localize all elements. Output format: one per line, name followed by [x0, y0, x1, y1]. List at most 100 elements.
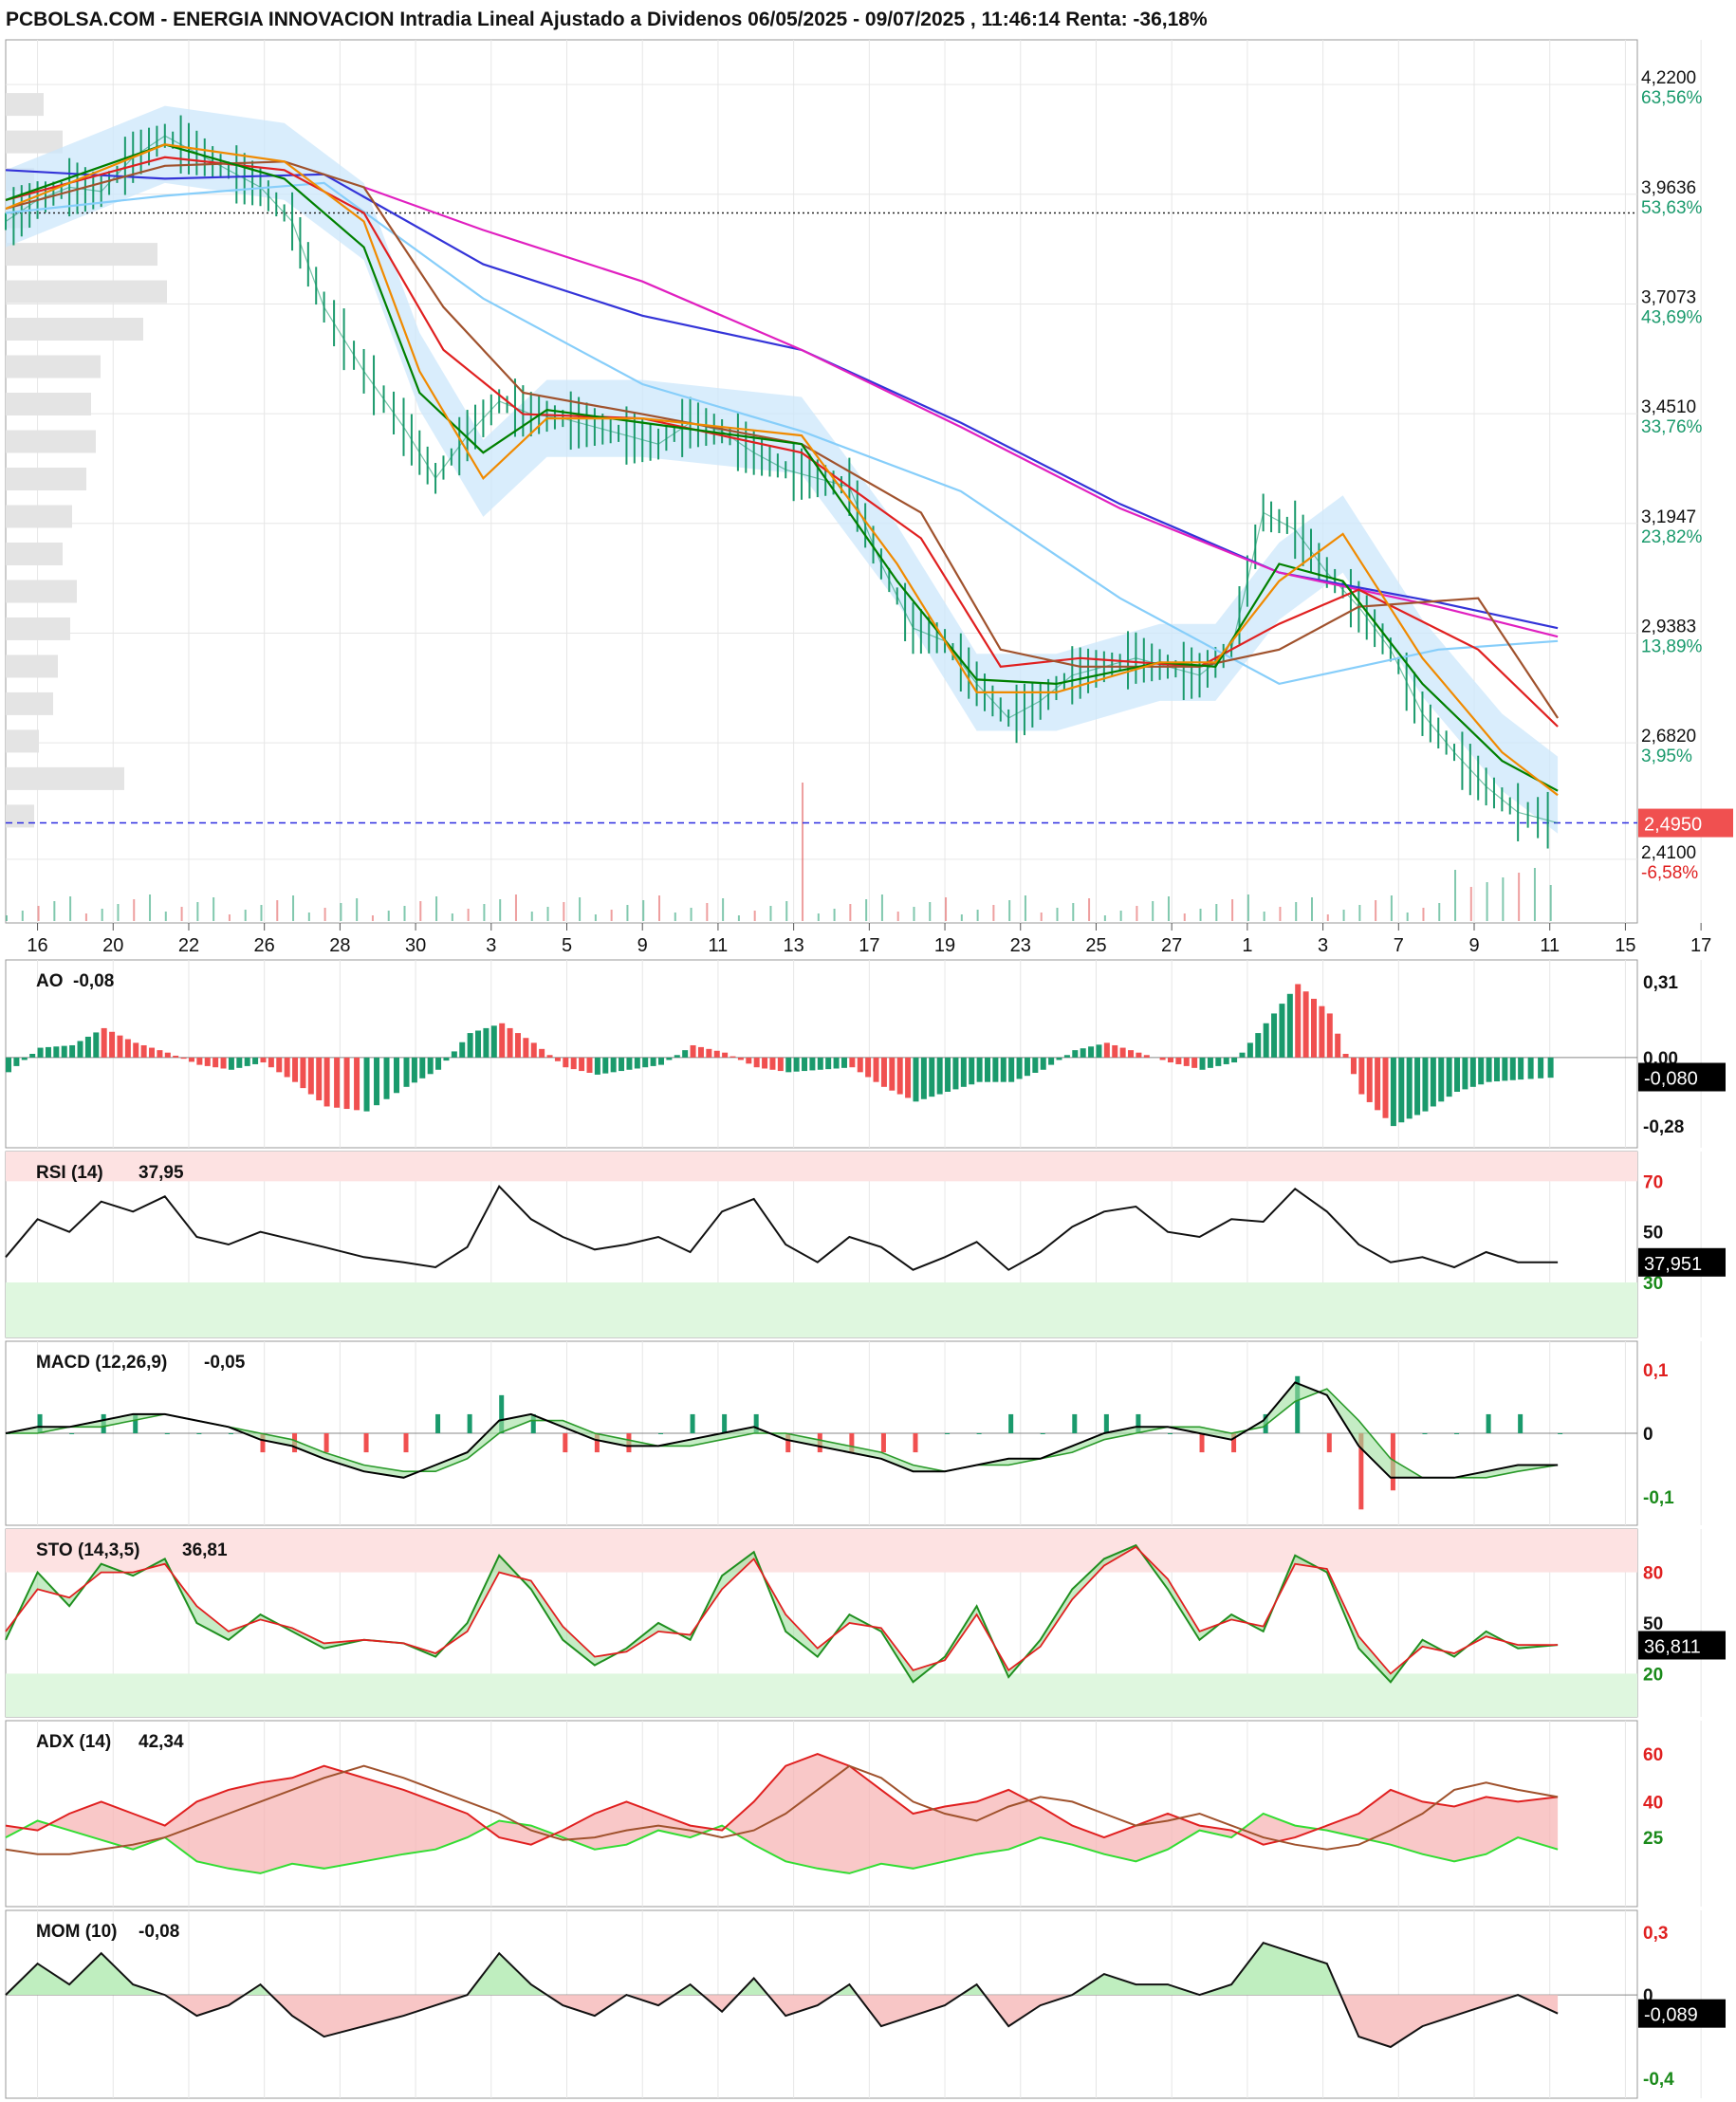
ao-bar — [204, 1057, 211, 1066]
x-tick-label: 9 — [1468, 935, 1479, 956]
ao-bar — [403, 1057, 410, 1087]
ao-bar — [188, 1057, 194, 1062]
ao-bar — [451, 1051, 457, 1058]
ao-bar — [228, 1057, 234, 1070]
volume-bar — [976, 910, 979, 921]
y-tick-label: 0,3 — [1643, 1924, 1668, 1944]
ao-bar — [1311, 998, 1317, 1058]
volume-bar — [356, 898, 359, 921]
y-tick-pct: 3,95% — [1641, 747, 1692, 766]
ao-bar — [1231, 1057, 1238, 1063]
macd-hist-bar — [1486, 1413, 1491, 1433]
x-tick-label: 27 — [1161, 935, 1182, 956]
panel-value: -0,08 — [139, 1922, 179, 1942]
ao-bar — [530, 1042, 537, 1058]
macd-hist-bar — [1072, 1413, 1078, 1433]
volume-profile-bar — [6, 505, 72, 528]
volume-bar — [722, 898, 725, 921]
volume-bar — [706, 903, 709, 921]
ao-bar — [6, 1057, 11, 1073]
ao-bar — [1159, 1057, 1166, 1060]
x-tick-label: 3 — [486, 935, 496, 956]
ao-bar — [896, 1057, 903, 1095]
volume-bar — [896, 912, 899, 921]
volume-bar — [37, 906, 40, 921]
volume-bar — [451, 913, 453, 921]
ao-bar — [173, 1055, 179, 1058]
y-tick-label: -0,28 — [1643, 1117, 1684, 1137]
ao-bar — [1454, 1057, 1461, 1092]
macd-hist-bar — [196, 1433, 202, 1434]
panel-title: AO — [36, 971, 64, 991]
ao-bar — [690, 1044, 696, 1058]
x-axis: 16 20 22 26 28 30 3 5 9 11 13 17 19 23 25 27 1 3 7 9 11 15 17 — [27, 923, 1711, 956]
ao-bar — [1358, 1057, 1365, 1095]
volume-bar — [387, 911, 390, 921]
volume-profile-bar — [6, 430, 96, 453]
volume-bar — [467, 909, 470, 921]
ao-bar — [1342, 1054, 1349, 1058]
ao-bar — [109, 1031, 116, 1058]
panel-value: 37,95 — [139, 1163, 184, 1183]
volume-bar — [1231, 899, 1234, 921]
x-tick-label: 25 — [1085, 935, 1106, 956]
ao-bar — [1167, 1057, 1173, 1063]
ao-bar — [1430, 1057, 1436, 1107]
volume-profile-bar — [6, 617, 70, 640]
panel-title: MOM (10) — [36, 1922, 118, 1942]
ao-bar — [713, 1050, 720, 1058]
macd-hist-bar — [945, 1433, 951, 1434]
x-tick-label: 11 — [1540, 935, 1560, 956]
macd-hist-bar — [435, 1413, 441, 1433]
y-tick-label: 3,1947 — [1641, 507, 1696, 527]
volume-bar — [563, 902, 565, 921]
ao-bar — [1008, 1057, 1015, 1082]
ao-bar — [802, 1057, 808, 1072]
ao-bar — [579, 1057, 585, 1072]
volume-bar — [53, 901, 56, 921]
ao-bar — [1112, 1044, 1118, 1058]
ao-bar — [1502, 1057, 1508, 1081]
volume-profile-bar — [6, 280, 167, 304]
ao-bar — [985, 1057, 990, 1082]
ao-bar — [762, 1057, 768, 1069]
volume-bar — [499, 899, 502, 921]
ao-bar — [292, 1057, 299, 1082]
ao-bar — [817, 1057, 823, 1070]
volume-bar — [960, 914, 963, 921]
x-tick-label: 16 — [27, 935, 47, 956]
adx-panel: ADX (14) 42,34 60 40 25 — [5, 1720, 1702, 1908]
volume-bar — [1422, 908, 1425, 921]
volume-bar — [340, 903, 342, 921]
ao-bar — [1000, 1057, 1007, 1082]
ao-bar — [1207, 1057, 1213, 1068]
ao-bar — [514, 1033, 521, 1058]
ao-bar — [459, 1042, 466, 1058]
ao-bar — [1056, 1057, 1062, 1060]
macd-hist-bar — [1199, 1433, 1205, 1453]
volume-bar — [1502, 877, 1505, 921]
ao-bar — [1382, 1057, 1389, 1118]
ao-bar — [1375, 1057, 1381, 1111]
volume-bar — [769, 906, 772, 921]
ao-bar — [865, 1057, 872, 1078]
ao-bar — [992, 1057, 999, 1082]
ao-bar — [1366, 1057, 1373, 1102]
ao-bar — [1509, 1057, 1516, 1080]
panel-value: 36,81 — [182, 1540, 228, 1560]
x-tick-label: 23 — [1010, 935, 1031, 956]
ao-bar — [1103, 1042, 1110, 1058]
ao-bar — [929, 1057, 935, 1097]
macd-hist-bar — [403, 1433, 409, 1453]
ao-bar — [1024, 1057, 1030, 1077]
y-tick-label: 70 — [1643, 1172, 1663, 1192]
ao-bar — [1302, 991, 1309, 1058]
volume-bar — [1295, 902, 1298, 921]
macd-hist-bar — [658, 1433, 663, 1434]
y-tick-label: 60 — [1643, 1745, 1663, 1765]
ao-bar — [1319, 1005, 1325, 1058]
ao-bar — [840, 1057, 847, 1068]
ao-bar — [1271, 1013, 1278, 1058]
ao-bar — [619, 1057, 625, 1072]
volume-bar — [1247, 894, 1249, 921]
